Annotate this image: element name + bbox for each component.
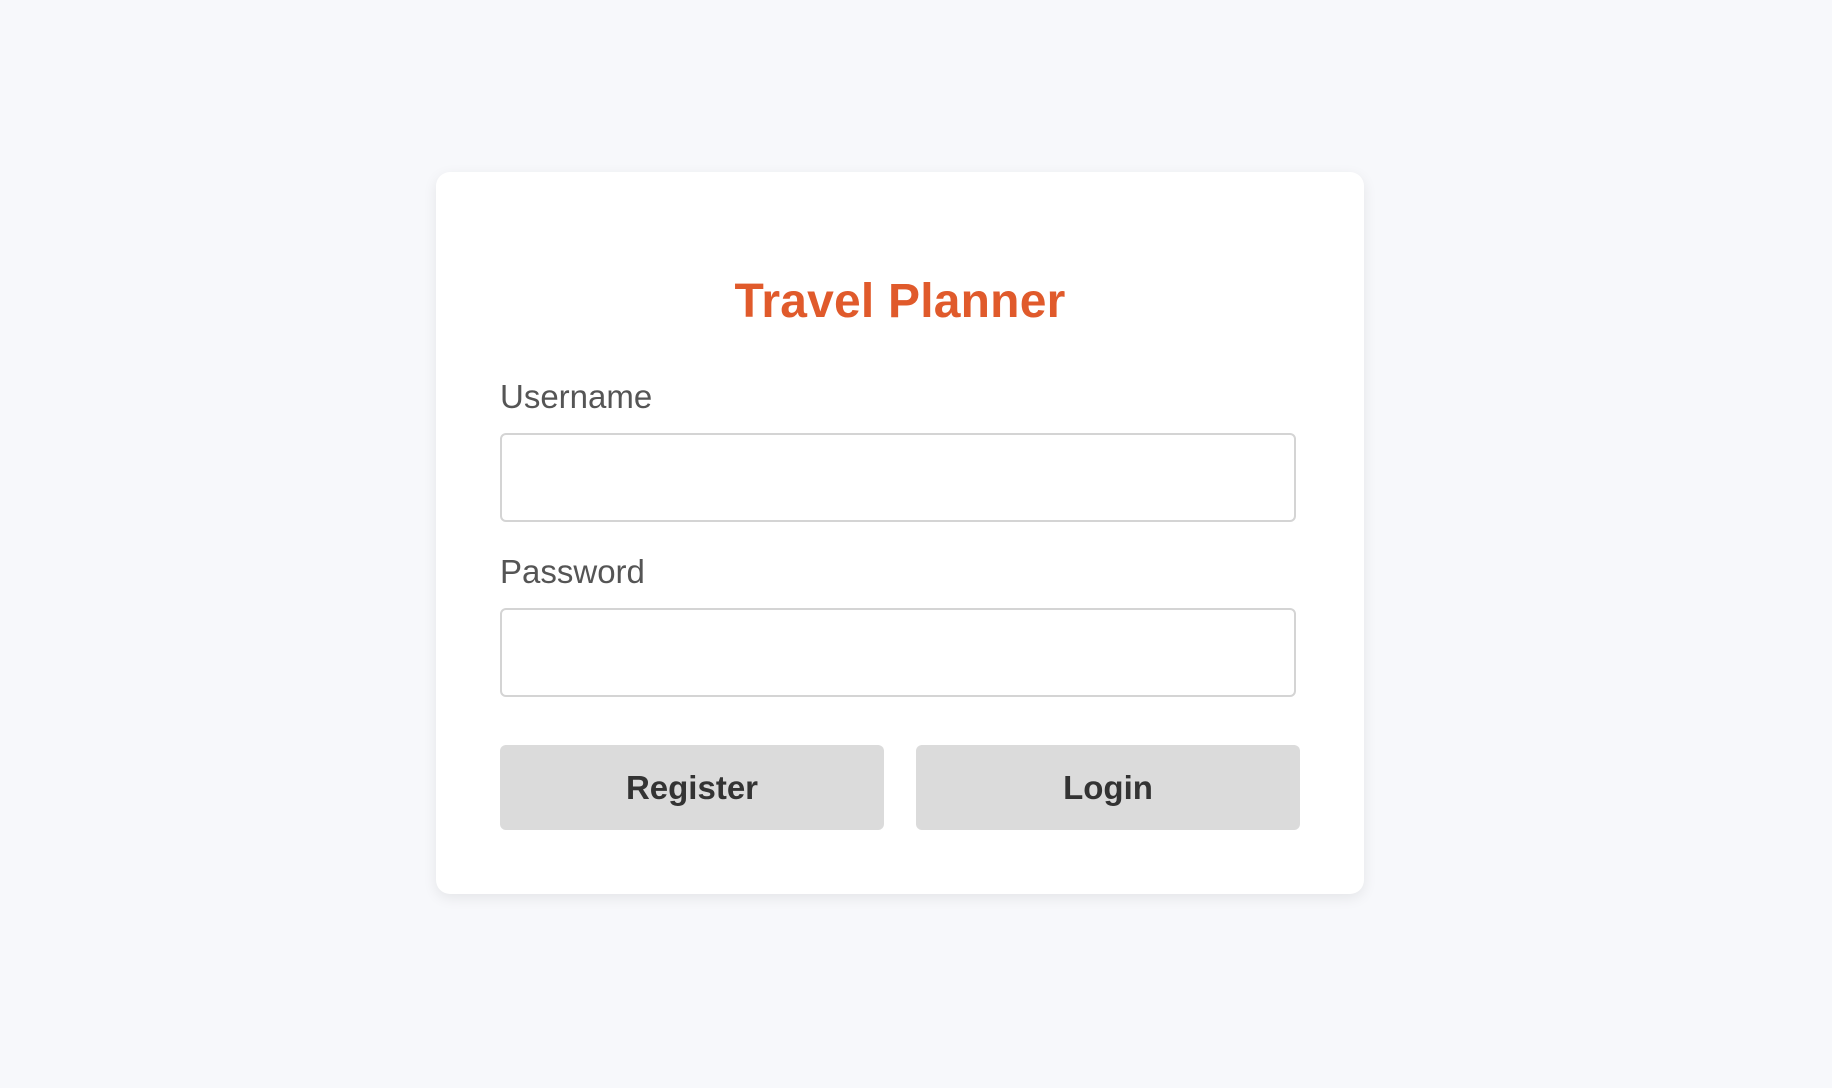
register-button[interactable]: Register: [500, 745, 884, 830]
password-label: Password: [500, 553, 645, 590]
username-input[interactable]: [500, 433, 1296, 522]
page-title: Travel Planner: [734, 275, 1066, 328]
login-card: Travel Planner Username Password Registe…: [436, 172, 1364, 894]
username-label: Username: [500, 378, 653, 415]
login-button[interactable]: Login: [916, 745, 1300, 830]
password-input[interactable]: [500, 608, 1296, 697]
